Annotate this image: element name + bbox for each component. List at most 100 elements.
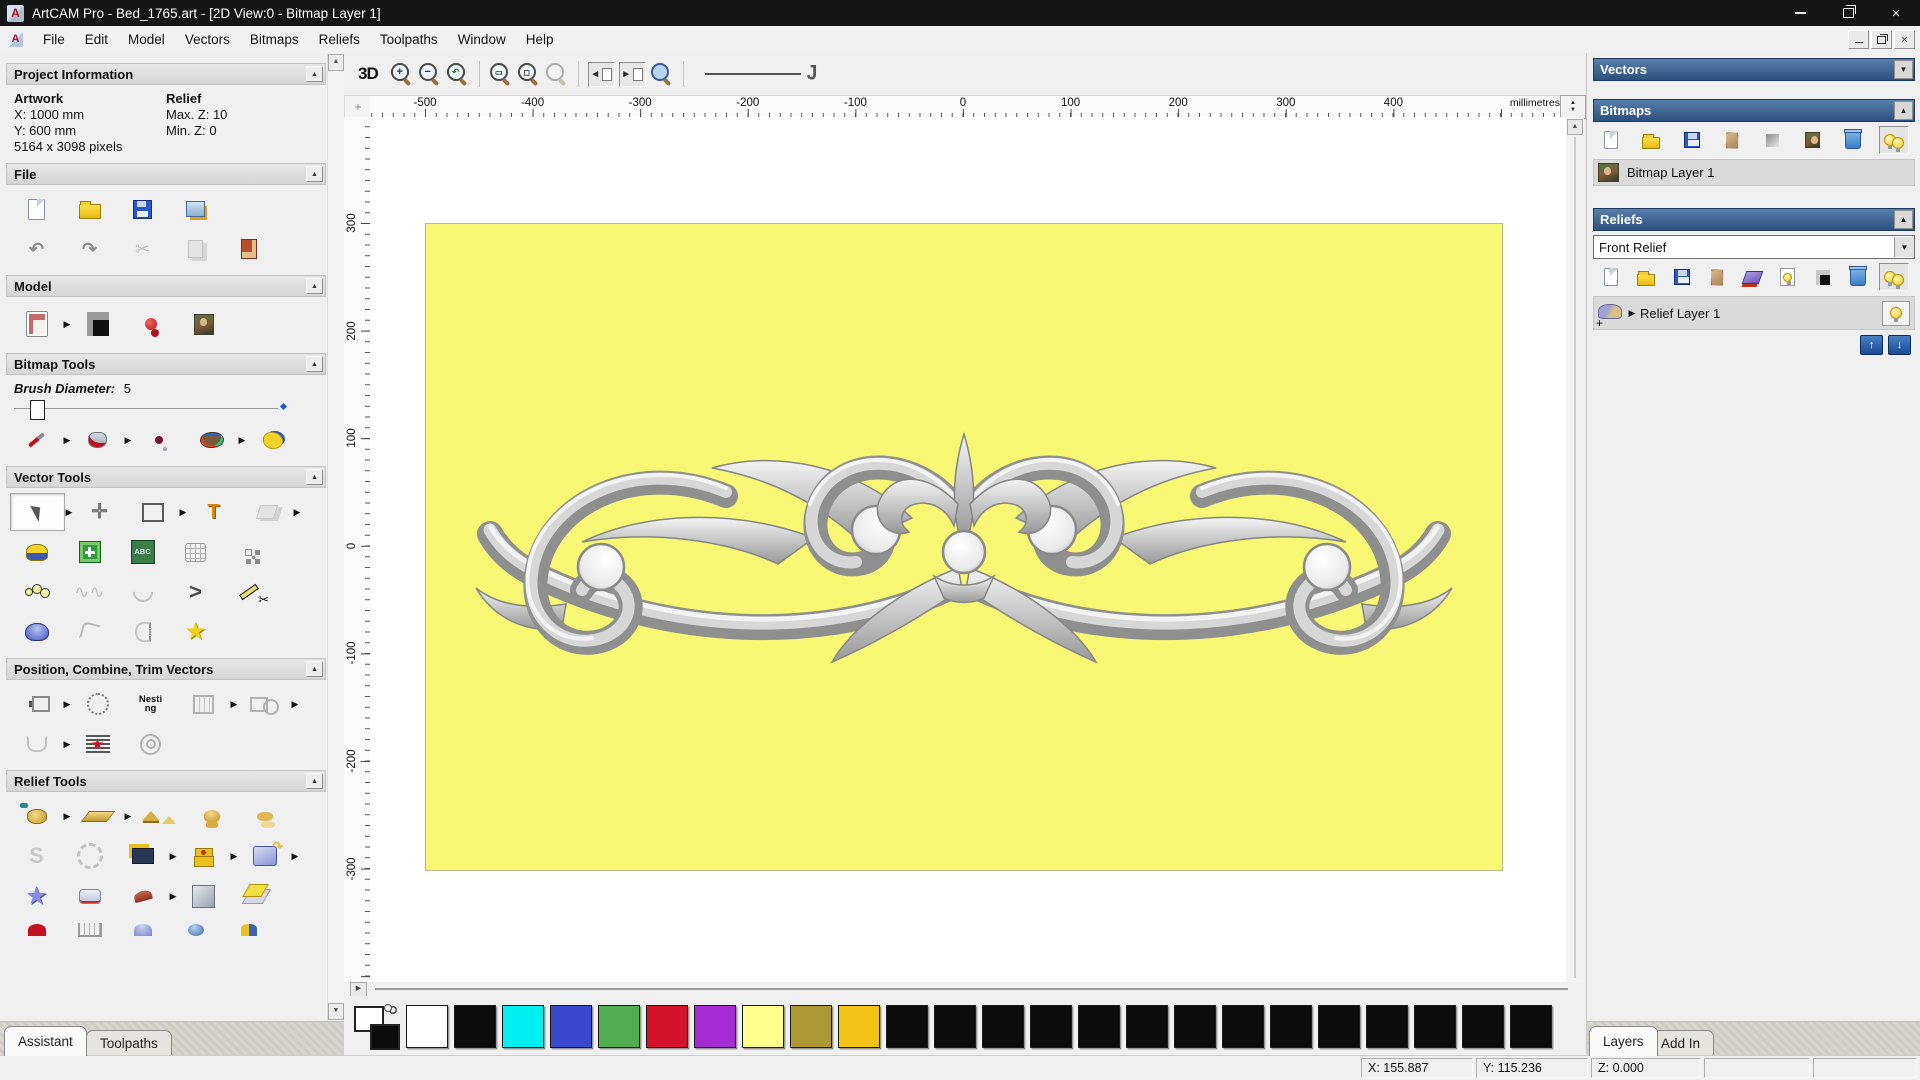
flyout-arrow-icon[interactable]: ▶: [291, 851, 299, 862]
weld-vectors-tool[interactable]: [238, 686, 291, 722]
save-bitmap-icon[interactable]: [1678, 127, 1706, 153]
palette-swatch[interactable]: [1318, 1004, 1360, 1048]
create-text-tool[interactable]: T: [187, 494, 240, 530]
bitmaps-header[interactable]: Bitmaps ▲: [1593, 99, 1915, 122]
palette-swatch[interactable]: [1030, 1004, 1072, 1048]
ruler-corner[interactable]: +: [344, 95, 372, 119]
flyout-arrow-icon[interactable]: ▶: [63, 319, 71, 330]
two-rail-sweep-tool[interactable]: [116, 878, 169, 914]
palette-swatch[interactable]: [502, 1004, 544, 1048]
collapse-button[interactable]: ▲: [306, 356, 323, 372]
collapse-button[interactable]: ▲: [306, 773, 323, 789]
merge-relief-icon[interactable]: [1738, 264, 1766, 290]
assistant-scrollbar[interactable]: ▲ ▼: [327, 53, 344, 1022]
flyout-arrow-icon[interactable]: ▶: [124, 435, 132, 446]
extrude-tool[interactable]: [10, 614, 63, 650]
palette-swatch[interactable]: [1078, 1004, 1120, 1048]
flyout-arrow-icon[interactable]: ▶: [63, 739, 71, 750]
model-wizard-button[interactable]: [169, 191, 222, 227]
scroll-up-icon[interactable]: ▲: [1567, 119, 1583, 135]
palette-swatch[interactable]: [406, 1004, 448, 1048]
secondary-colour[interactable]: [370, 1024, 400, 1050]
collapse-button[interactable]: ▲: [306, 66, 323, 82]
sculpt-smooth-tool[interactable]: S: [10, 838, 63, 874]
toggle-all-visibility-icon[interactable]: [1878, 126, 1909, 154]
dome-tool[interactable]: [116, 916, 169, 936]
palette-swatch[interactable]: [1510, 1004, 1552, 1048]
vectors-header[interactable]: Vectors ▼: [1593, 58, 1915, 81]
menu-item-reliefs[interactable]: Reliefs: [309, 28, 370, 51]
trim-vectors-tool[interactable]: ✂: [222, 574, 275, 610]
palette-swatch[interactable]: [646, 1004, 688, 1048]
flyout-arrow-icon[interactable]: ▶: [63, 699, 71, 710]
menu-item-edit[interactable]: Edit: [75, 28, 118, 51]
new-model-button[interactable]: [10, 191, 63, 227]
open-bitmap-icon[interactable]: [1637, 127, 1665, 153]
flyout-arrow-icon[interactable]: ▶: [238, 435, 246, 446]
cut-icon[interactable]: ✂: [116, 231, 169, 267]
ruler-units-button[interactable]: ▲ ▼: [1560, 95, 1586, 119]
colour-select-button[interactable]: [246, 422, 299, 458]
palette-swatch[interactable]: [1270, 1004, 1312, 1048]
isoform-tool[interactable]: [63, 878, 116, 914]
palette-swatch[interactable]: [1222, 1004, 1264, 1048]
copy-relief-tool[interactable]: [238, 798, 291, 834]
slider-thumb[interactable]: [30, 400, 45, 420]
zoom-out-icon[interactable]: −: [418, 62, 442, 87]
relief-layer-row[interactable]: + ▶ Relief Layer 1: [1593, 296, 1915, 330]
menu-item-toolpaths[interactable]: Toolpaths: [370, 28, 448, 51]
colour-palette-button[interactable]: [185, 422, 238, 458]
zoom-previous-icon[interactable]: ↶: [446, 62, 470, 87]
move-layer-down-button[interactable]: ↓: [1888, 335, 1911, 355]
mdi-minimize-button[interactable]: [1848, 30, 1869, 49]
reliefs-header[interactable]: Reliefs ▲: [1593, 208, 1915, 231]
text-on-curve-tool[interactable]: [71, 686, 124, 722]
palette-swatch[interactable]: [1414, 1004, 1456, 1048]
palette-swatch[interactable]: [454, 1004, 496, 1048]
pick-colour-button[interactable]: [132, 422, 185, 458]
collapse-button[interactable]: ▲: [306, 469, 323, 485]
zoom-box-icon[interactable]: ▭: [489, 62, 513, 87]
create-plane-tool[interactable]: [71, 798, 124, 834]
new-bitmap-layer-icon[interactable]: [1597, 127, 1625, 153]
flood-fill-button[interactable]: [71, 422, 124, 458]
toggle-all-visibility-icon[interactable]: [1879, 263, 1909, 291]
flyout-arrow-icon[interactable]: ▶: [179, 507, 187, 518]
block-copy-tool[interactable]: [222, 534, 275, 570]
paint-brush-button[interactable]: [10, 422, 63, 458]
snap-objects-toggle[interactable]: ►: [618, 61, 646, 87]
flyout-arrow-icon[interactable]: ▶: [124, 811, 132, 822]
smooth-relief-tool[interactable]: [132, 798, 185, 834]
freehand-draw-tool[interactable]: ∿∿: [63, 574, 116, 610]
load-image-button[interactable]: [177, 306, 230, 342]
canvas-hscrollbar[interactable]: ▶: [344, 981, 1586, 997]
collapse-icon[interactable]: ▼: [1894, 60, 1913, 79]
nesting-tool[interactable]: Nesting: [124, 686, 177, 722]
drawing-canvas[interactable]: [370, 117, 1566, 982]
node-editing-tool[interactable]: [10, 574, 63, 610]
menu-item-window[interactable]: Window: [448, 28, 516, 51]
palette-swatch[interactable]: [1366, 1004, 1408, 1048]
palette-swatch[interactable]: [886, 1004, 928, 1048]
preview-icon[interactable]: [650, 62, 674, 87]
flyout-arrow-icon[interactable]: ▶: [293, 507, 301, 518]
tab-assistant[interactable]: Assistant: [4, 1026, 87, 1056]
flyout-arrow-icon[interactable]: ▶: [65, 507, 73, 518]
vector-texture-tool[interactable]: ★: [71, 726, 124, 762]
offset-relief-tool[interactable]: ↷: [238, 838, 291, 874]
join-vectors-tool[interactable]: [10, 726, 63, 762]
paste-text-abc-tool[interactable]: ABC: [116, 534, 169, 570]
move-layer-up-button[interactable]: ↑: [1860, 335, 1883, 355]
brush-diameter-slider[interactable]: [14, 398, 318, 420]
delete-layer-icon[interactable]: [1718, 127, 1746, 153]
palette-swatch[interactable]: [1174, 1004, 1216, 1048]
collapse-icon[interactable]: ▲: [1894, 210, 1913, 229]
mdi-restore-button[interactable]: [1871, 30, 1892, 49]
paste-button[interactable]: [222, 231, 275, 267]
trash-icon[interactable]: [1844, 264, 1872, 290]
layer-visibility-toggle[interactable]: [1882, 300, 1910, 326]
palette-swatch[interactable]: [838, 1004, 880, 1048]
redo-button[interactable]: ↷: [63, 231, 116, 267]
dropdown-arrow-icon[interactable]: ▼: [1894, 237, 1914, 257]
expand-arrow-icon[interactable]: ▶: [1628, 308, 1636, 319]
